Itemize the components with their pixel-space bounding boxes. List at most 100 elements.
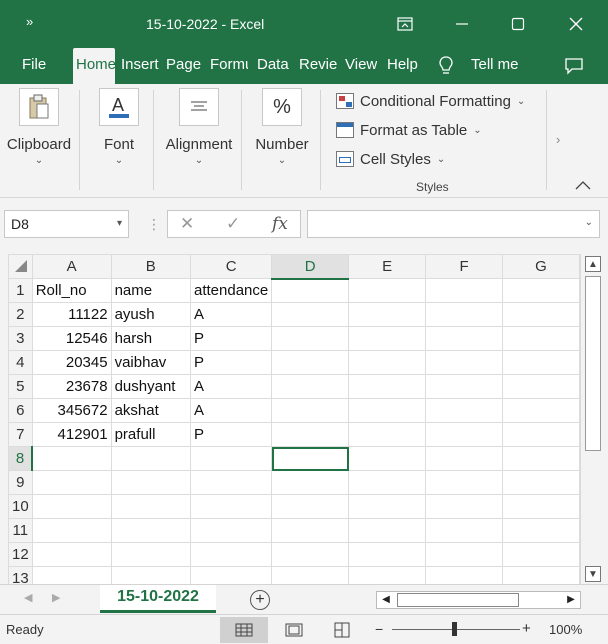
tab-data[interactable]: Data <box>257 48 289 84</box>
cell[interactable] <box>501 374 580 399</box>
cell[interactable] <box>425 398 503 423</box>
cell[interactable] <box>271 542 350 567</box>
conditional-formatting-button[interactable]: Conditional Formatting ⌄ <box>336 90 525 112</box>
cell[interactable] <box>189 566 273 584</box>
row-header[interactable]: 2 <box>8 302 33 327</box>
page-layout-view-icon[interactable] <box>270 617 318 643</box>
cell[interactable] <box>425 542 503 567</box>
chevron-right-icon[interactable]: › <box>556 132 560 147</box>
row-header[interactable]: 12 <box>8 542 33 567</box>
cell[interactable] <box>189 494 273 519</box>
cell[interactable] <box>348 542 427 567</box>
horizontal-scroll-thumb[interactable] <box>397 593 519 607</box>
maximize-icon[interactable] <box>506 12 530 36</box>
cell[interactable] <box>110 470 192 495</box>
tab-file[interactable]: File <box>22 48 46 84</box>
cell[interactable] <box>501 566 580 584</box>
cell[interactable]: ayush <box>110 302 192 327</box>
cell[interactable]: prafull <box>110 422 192 447</box>
tab-home[interactable]: Home <box>73 48 115 84</box>
cell[interactable]: attendance <box>189 278 273 303</box>
clipboard-group[interactable]: Clipboard ⌄ <box>0 84 78 198</box>
cell[interactable]: P <box>189 422 273 447</box>
cell[interactable]: A <box>189 374 273 399</box>
cell[interactable] <box>31 470 112 495</box>
add-sheet-icon[interactable]: + <box>250 590 270 610</box>
cell[interactable] <box>501 326 580 351</box>
row-header[interactable]: 8 <box>8 446 34 471</box>
chevron-down-icon[interactable]: ▾ <box>117 211 122 237</box>
cell[interactable] <box>271 494 350 519</box>
cell[interactable] <box>425 446 503 471</box>
insert-function-icon[interactable]: fx <box>272 214 288 234</box>
column-header[interactable]: F <box>425 254 503 279</box>
column-header[interactable]: G <box>501 254 580 279</box>
format-as-table-button[interactable]: Format as Table ⌄ <box>336 119 482 141</box>
scroll-right-icon[interactable]: ▶ <box>562 592 580 608</box>
cell[interactable]: 345672 <box>31 398 112 423</box>
cell[interactable] <box>110 446 192 471</box>
row-header[interactable]: 1 <box>8 278 33 303</box>
horizontal-scrollbar[interactable]: ◀ ▶ <box>376 591 581 609</box>
cell[interactable] <box>271 326 350 351</box>
cell[interactable] <box>348 446 427 471</box>
cell[interactable]: dushyant <box>110 374 192 399</box>
cell[interactable] <box>271 278 350 303</box>
formula-input[interactable]: ⌄ <box>307 210 600 238</box>
cell[interactable] <box>425 470 503 495</box>
cell[interactable] <box>189 446 273 471</box>
row-header[interactable]: 13 <box>8 566 33 584</box>
row-header[interactable]: 3 <box>8 326 33 351</box>
cell[interactable] <box>271 302 350 327</box>
cell[interactable] <box>501 302 580 327</box>
cell[interactable] <box>271 374 350 399</box>
row-header[interactable]: 4 <box>8 350 33 375</box>
cell[interactable] <box>271 350 350 375</box>
cell[interactable]: P <box>189 326 273 351</box>
tab-formulas[interactable]: Formu <box>210 48 248 84</box>
zoom-in-icon[interactable]: + <box>522 620 531 637</box>
cell[interactable] <box>501 446 580 471</box>
tab-review[interactable]: Revie <box>299 48 337 84</box>
cell[interactable] <box>348 374 427 399</box>
row-header[interactable]: 7 <box>8 422 33 447</box>
cell[interactable] <box>271 518 350 543</box>
cell[interactable] <box>501 278 580 303</box>
cell[interactable] <box>501 350 580 375</box>
select-all-corner[interactable] <box>8 254 33 279</box>
column-header-active[interactable]: D <box>271 254 350 280</box>
cell[interactable]: P <box>189 350 273 375</box>
scroll-down-icon[interactable]: ▼ <box>585 566 601 582</box>
cell[interactable] <box>425 566 503 584</box>
column-header[interactable]: C <box>189 254 273 279</box>
close-icon[interactable] <box>564 12 588 36</box>
cell[interactable] <box>348 566 427 584</box>
cell[interactable] <box>271 470 350 495</box>
page-break-view-icon[interactable] <box>318 617 366 643</box>
cell[interactable] <box>110 494 192 519</box>
cell[interactable] <box>189 518 273 543</box>
cell[interactable] <box>425 326 503 351</box>
cell[interactable] <box>189 542 273 567</box>
tell-me-search[interactable]: Tell me <box>471 48 519 84</box>
cell[interactable] <box>425 350 503 375</box>
zoom-level[interactable]: 100% <box>549 622 582 637</box>
cell[interactable] <box>348 494 427 519</box>
cell[interactable] <box>501 470 580 495</box>
cell[interactable] <box>271 422 350 447</box>
cell[interactable] <box>425 494 503 519</box>
tab-page-layout[interactable]: Page <box>166 48 201 84</box>
cell[interactable]: harsh <box>110 326 192 351</box>
comments-icon[interactable] <box>564 48 588 84</box>
cell[interactable] <box>501 542 580 567</box>
cell[interactable] <box>110 518 192 543</box>
cell[interactable] <box>425 374 503 399</box>
font-group[interactable]: A Font ⌄ <box>88 84 150 198</box>
cell[interactable]: 23678 <box>31 374 112 399</box>
cell[interactable] <box>31 542 112 567</box>
scroll-left-icon[interactable]: ◀ <box>377 592 395 608</box>
cell[interactable] <box>271 398 350 423</box>
next-sheet-icon[interactable]: ▶ <box>52 591 60 604</box>
sheet-tab[interactable]: 15-10-2022 <box>100 585 216 613</box>
tab-view[interactable]: View <box>345 48 377 84</box>
